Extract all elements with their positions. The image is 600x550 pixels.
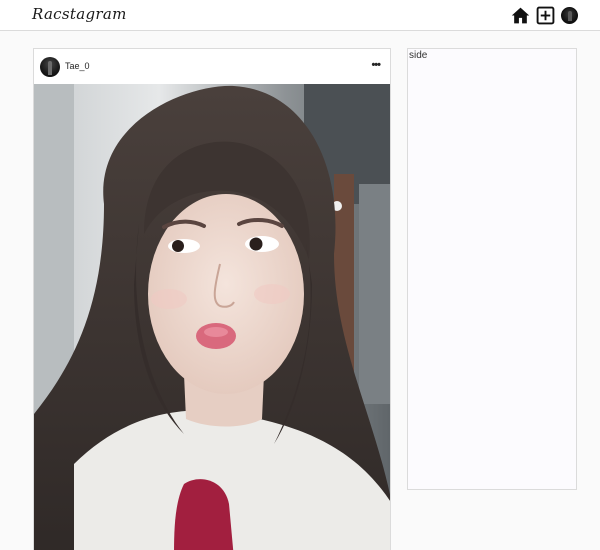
post-photo[interactable] xyxy=(34,84,390,550)
side-panel: side xyxy=(407,48,577,490)
post-header: Tae_0 ••• xyxy=(34,49,390,85)
post-author-avatar[interactable] xyxy=(40,57,60,77)
post-username[interactable]: Tae_0 xyxy=(65,61,90,71)
app-logo[interactable]: Racstagram xyxy=(32,5,127,23)
nav-icons xyxy=(511,6,578,25)
home-icon[interactable] xyxy=(511,6,530,25)
more-options-icon[interactable]: ••• xyxy=(371,58,381,72)
new-post-icon[interactable] xyxy=(536,6,555,25)
portrait-photo xyxy=(34,84,390,550)
post-card: Tae_0 ••• xyxy=(33,48,391,550)
top-navbar: Racstagram xyxy=(0,0,600,31)
profile-avatar[interactable] xyxy=(561,7,578,24)
side-label: side xyxy=(409,50,428,61)
